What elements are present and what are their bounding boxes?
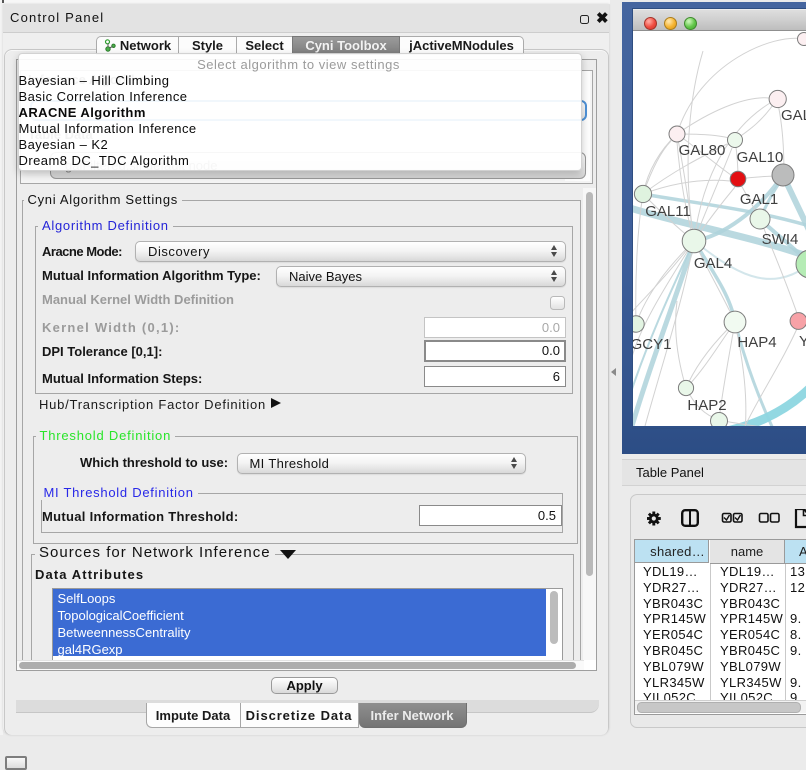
svg-text:HAP4: HAP4 bbox=[737, 334, 776, 351]
svg-text:GAL7: GAL7 bbox=[781, 107, 806, 124]
svg-text:GAL11: GAL11 bbox=[645, 203, 691, 220]
svg-text:GAL1: GAL1 bbox=[740, 191, 778, 208]
svg-text:HAP2: HAP2 bbox=[687, 397, 726, 414]
svg-text:GAL80: GAL80 bbox=[679, 142, 726, 159]
svg-text:GCY1: GCY1 bbox=[633, 336, 671, 353]
svg-text:GAL10: GAL10 bbox=[737, 149, 784, 166]
svg-text:YLR: YLR bbox=[799, 333, 806, 350]
svg-text:SWI4: SWI4 bbox=[762, 231, 799, 248]
svg-text:GAL4: GAL4 bbox=[694, 255, 732, 272]
